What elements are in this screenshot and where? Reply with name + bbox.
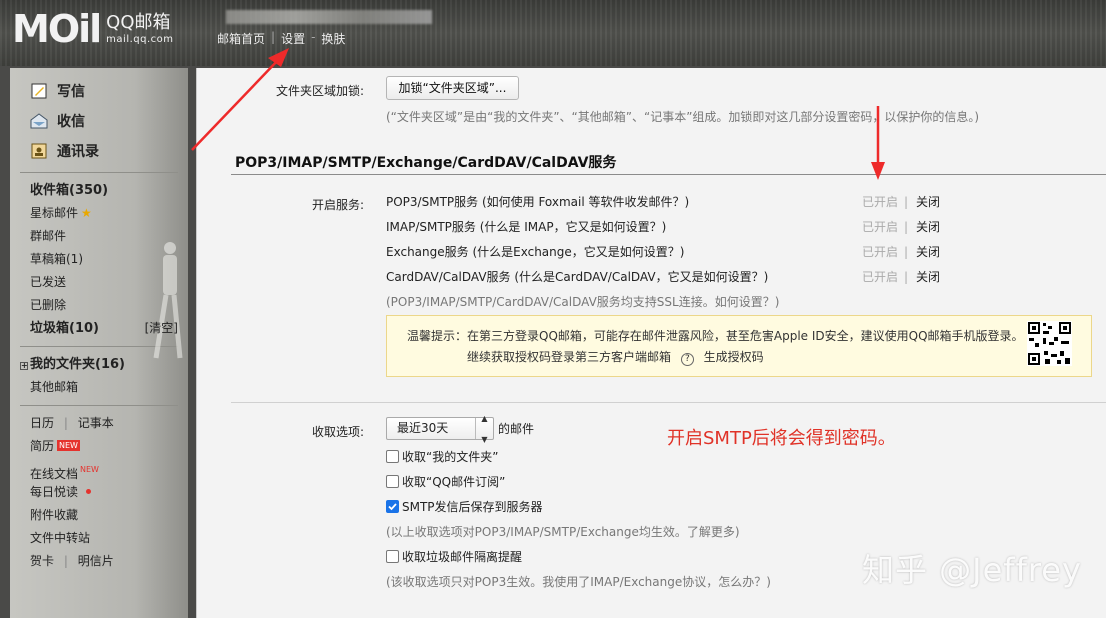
nav-home-link[interactable]: 邮箱首页 bbox=[217, 30, 265, 47]
address-book-icon bbox=[30, 142, 48, 160]
star-icon: ★ bbox=[81, 206, 92, 220]
receive-options-label: 收取选项: bbox=[311, 425, 364, 439]
service-status: 已开启 | bbox=[862, 270, 909, 284]
ssl-hint: (POP3/IMAP/SMTP/CardDAV/CalDAV服务均支持SSL连接… bbox=[386, 295, 780, 309]
settings-content: 文件夹区域加锁: 加锁“文件夹区域”... (“文件夹区域”是由“我的文件夹”、… bbox=[196, 68, 1106, 618]
option-save-smtp-sent[interactable]: SMTP发信后保存到服务器 bbox=[386, 498, 543, 515]
sidebar-item-cards[interactable]: 贺卡 bbox=[30, 554, 54, 568]
sidebar-item-spam[interactable]: 垃圾箱(10) [清空] bbox=[30, 317, 188, 340]
folder-lock-label: 文件夹区域加锁: bbox=[275, 84, 364, 98]
lock-folder-button[interactable]: 加锁“文件夹区域”... bbox=[386, 76, 519, 100]
expand-icon[interactable]: + bbox=[20, 362, 28, 370]
logo-name: QQ邮箱 bbox=[106, 11, 171, 33]
top-nav: 邮箱首页 | 设置 - 换肤 bbox=[217, 30, 346, 47]
service-imap-smtp[interactable]: IMAP/SMTP服务 (什么是 IMAP，它又是如何设置？) bbox=[386, 218, 666, 235]
qr-code-icon bbox=[1027, 321, 1072, 366]
inbox-tray-icon bbox=[30, 112, 48, 130]
section-title: POP3/IMAP/SMTP/Exchange/CardDAV/CalDAV服务 bbox=[235, 155, 617, 171]
warning-text: 温馨提示：在第三方登录QQ邮箱，可能存在邮件泄露风险，甚至危害Apple ID安… bbox=[407, 329, 1024, 343]
top-header: MOil QQ邮箱 mail.qq.com 邮箱首页 | 设置 - 换肤 bbox=[0, 0, 1106, 66]
warning-notice: 温馨提示：在第三方登录QQ邮箱，可能存在邮件泄露风险，甚至危害Apple ID安… bbox=[386, 315, 1092, 377]
logo-mark: MOil bbox=[12, 7, 102, 51]
service-carddav-caldav[interactable]: CardDAV/CalDAV服务 (什么是CardDAV/CalDAV，它又是如… bbox=[386, 268, 768, 285]
compose-button[interactable]: 写信 bbox=[30, 76, 188, 106]
nav-skin-link[interactable]: 换肤 bbox=[321, 30, 345, 47]
checkbox-checked[interactable] bbox=[386, 500, 399, 513]
contacts-button[interactable]: 通讯录 bbox=[30, 136, 188, 166]
option-my-folders[interactable]: 收取“我的文件夹” bbox=[386, 448, 498, 465]
sidebar-item-starred[interactable]: 星标邮件 ★ bbox=[30, 202, 188, 225]
close-pop3-button[interactable]: 关闭 bbox=[916, 193, 940, 210]
select-suffix: 的邮件 bbox=[498, 422, 535, 436]
unread-dot-icon bbox=[86, 489, 92, 494]
check-icon bbox=[388, 503, 397, 511]
close-exchange-button[interactable]: 关闭 bbox=[916, 243, 940, 260]
service-status: 已开启 | bbox=[862, 220, 909, 234]
sidebar-item-online-docs[interactable]: 在线文档 NEW bbox=[30, 458, 188, 481]
service-status: 已开启 | bbox=[862, 195, 909, 209]
new-badge: NEW bbox=[57, 440, 80, 451]
option-qq-subscription[interactable]: 收取“QQ邮件订阅” bbox=[386, 473, 505, 490]
warning-text-2: 继续获取授权码登录第三方客户端邮箱 bbox=[467, 350, 672, 364]
generate-auth-code-link[interactable]: 生成授权码 bbox=[704, 350, 764, 364]
blurred-account-name bbox=[226, 10, 432, 24]
sidebar-item-deleted[interactable]: 已删除 bbox=[30, 294, 188, 317]
smtp-annotation: 开启SMTP后将会得到密码。 bbox=[667, 428, 896, 449]
checkbox[interactable] bbox=[386, 450, 399, 463]
sidebar-item-drafts[interactable]: 草稿箱(1) bbox=[30, 248, 188, 271]
sidebar-item-postcard[interactable]: 明信片 bbox=[78, 554, 114, 568]
service-exchange[interactable]: Exchange服务 (什么是Exchange，它又是如何设置？) bbox=[386, 243, 684, 260]
nav-settings-link[interactable]: 设置 bbox=[281, 30, 305, 47]
service-status: 已开启 | bbox=[862, 245, 909, 259]
receive-hint-2: (该收取选项只对POP3生效。我使用了IMAP/Exchange协议，怎么办？) bbox=[386, 575, 771, 589]
service-pop3-smtp[interactable]: POP3/SMTP服务 (如何使用 Foxmail 等软件收发邮件？) bbox=[386, 193, 689, 210]
sidebar-item-notes[interactable]: 记事本 bbox=[78, 416, 114, 430]
receive-hint-1: (以上收取选项对POP3/IMAP/SMTP/Exchange均生效。了解更多) bbox=[386, 525, 740, 539]
logo-domain: mail.qq.com bbox=[106, 33, 174, 45]
option-spam-reminder[interactable]: 收取垃圾邮件隔离提醒 bbox=[386, 548, 522, 565]
zhihu-watermark: 知乎 @Jeffrey bbox=[862, 551, 1082, 589]
sidebar: 写信 收信 通讯录 收件箱(350) 星标邮件 ★ 群邮件 草稿箱(1) 已发送 … bbox=[10, 68, 188, 618]
folder-lock-hint: (“文件夹区域”是由“我的文件夹”、“其他邮箱”、“记事本”组成。加锁即对这几部… bbox=[386, 110, 980, 124]
sidebar-item-file-transfer[interactable]: 文件中转站 bbox=[30, 527, 188, 550]
sidebar-item-inbox[interactable]: 收件箱(350) bbox=[30, 179, 188, 202]
sidebar-item-group-mail[interactable]: 群邮件 bbox=[30, 225, 188, 248]
qq-mail-logo[interactable]: MOil QQ邮箱 mail.qq.com bbox=[12, 8, 174, 50]
close-imap-button[interactable]: 关闭 bbox=[916, 218, 940, 235]
pencil-icon bbox=[30, 82, 48, 100]
new-superscript: NEW bbox=[80, 465, 99, 474]
sidebar-item-daily-reading[interactable]: 每日悦读 bbox=[30, 481, 188, 504]
empty-spam-link[interactable]: [清空] bbox=[145, 317, 178, 340]
help-icon[interactable]: ? bbox=[680, 353, 694, 366]
sidebar-item-sent[interactable]: 已发送 bbox=[30, 271, 188, 294]
sidebar-item-other-mailbox[interactable]: 其他邮箱 bbox=[30, 376, 188, 399]
checkbox[interactable] bbox=[386, 475, 399, 488]
services-label: 开启服务: bbox=[311, 198, 364, 212]
close-carddav-button[interactable]: 关闭 bbox=[916, 268, 940, 285]
checkbox[interactable] bbox=[386, 550, 399, 563]
receive-range-select[interactable]: 最近30天 ▲ ▼ bbox=[386, 414, 494, 444]
sidebar-item-calendar[interactable]: 日历 bbox=[30, 416, 54, 430]
sidebar-item-my-folders[interactable]: + 我的文件夹(16) bbox=[20, 353, 188, 376]
sidebar-item-attachments[interactable]: 附件收藏 bbox=[30, 504, 188, 527]
select-arrow-icon: ▲ ▼ bbox=[475, 414, 493, 444]
sidebar-item-resume[interactable]: 简历 NEW bbox=[30, 435, 188, 458]
receive-button[interactable]: 收信 bbox=[30, 106, 188, 136]
